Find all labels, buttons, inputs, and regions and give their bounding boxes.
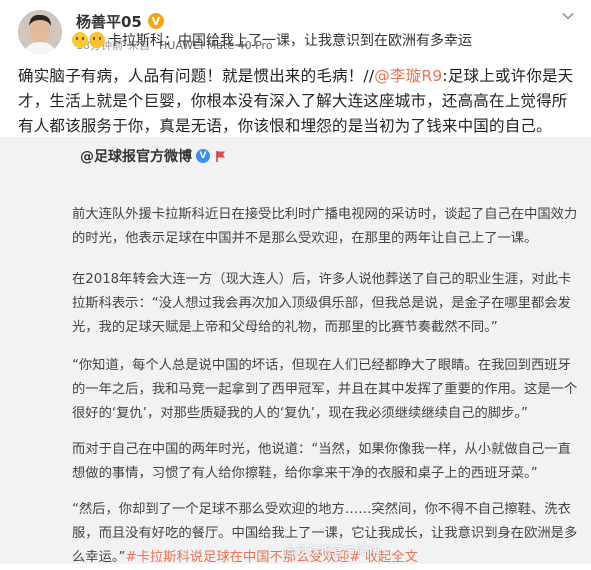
avatar[interactable]: [18, 10, 62, 54]
post-text-before: 确实脑子有病，人品有问题！就是惯出来的毛病！//: [18, 67, 375, 85]
repost-title: 卡拉斯科：中国给我上了一课，让我意识到在欧洲有多幸运: [72, 30, 472, 50]
repost-paragraph: “你知道，每个人总是说中国的坏话，但现在人们已经都睁大了眼睛。在我回到西班牙的一…: [72, 358, 578, 421]
repost-author[interactable]: @足球报官方微博: [80, 146, 192, 166]
weibo-post: 杨善平05 V 18分钟前来自HUAWEI Mate 40 Pro 确实脑子有病…: [0, 0, 591, 565]
mention-link[interactable]: @李璇R9: [374, 67, 442, 85]
watermark: @足球报官方微博: [284, 544, 381, 558]
repost-paragraph: 前大连队外援卡拉斯科近日在接受比利时广播电视网的采访时，谈起了自己在中国效力的时…: [72, 207, 578, 246]
repost-header: @足球报官方微博 V: [80, 146, 228, 166]
author-line: 杨善平05 V: [76, 10, 164, 32]
sweat-emoji-icon: [89, 32, 105, 48]
repost-paragraph: 而对于自己在中国的两年时光，他说道：“当然，如果你像我一样，从小就做自己一直想做…: [72, 442, 571, 481]
flag-icon: [216, 151, 225, 162]
more-chevron-icon[interactable]: [561, 8, 575, 22]
verified-blue-icon: V: [196, 149, 210, 163]
smile-emoji-icon: [72, 32, 88, 48]
post-text: 确实脑子有病，人品有问题！就是惯出来的毛病！//@李璇R9:足球上或许你是天才，…: [18, 64, 576, 139]
author-name[interactable]: 杨善平05: [76, 11, 142, 32]
repost-title-text: 卡拉斯科：中国给我上了一课，让我意识到在欧洲有多幸运: [108, 33, 472, 49]
repost-paragraph-last: “然后，你却到了一个足球不那么受欢迎的地方……突然间，你不得不自己擦鞋、洗衣服，…: [72, 498, 582, 570]
verified-gold-icon: V: [147, 13, 164, 29]
repost-paragraph: 在2018年转会大连一方（现大连人）后，许多人说他葬送了自己的职业生涯，对此卡拉…: [72, 272, 572, 335]
